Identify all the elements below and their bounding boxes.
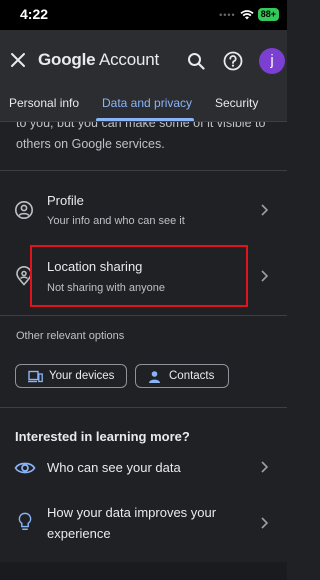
logo-brand: Google	[38, 50, 96, 69]
tab-security[interactable]: Security	[215, 96, 258, 110]
google-account-logo: Google Account	[38, 50, 159, 70]
help-icon[interactable]	[223, 51, 243, 71]
devices-icon	[28, 370, 43, 383]
status-bar: 4:22 •••• 88+	[0, 0, 287, 30]
eye-icon	[14, 462, 36, 474]
profile-title: Profile	[47, 193, 84, 208]
data-improves-label-line1: How your data improves your	[47, 505, 217, 520]
tab-bar: Personal info Data and privacy Security	[0, 92, 287, 122]
app-bar: Google Account j	[0, 30, 287, 92]
who-can-see-row[interactable]: Who can see your data	[0, 450, 287, 486]
search-icon[interactable]	[187, 52, 205, 70]
logo-product: Account	[98, 50, 159, 69]
your-devices-label: Your devices	[49, 370, 115, 382]
tab-personal-info[interactable]: Personal info	[9, 96, 79, 110]
highlight-box	[30, 245, 248, 307]
who-can-see-label: Who can see your data	[47, 460, 181, 475]
bottom-bar	[0, 562, 287, 580]
learn-more-title: Interested in learning more?	[15, 429, 190, 444]
lightbulb-icon	[18, 512, 32, 530]
section-divider	[0, 407, 287, 408]
signal-dots-icon: ••••	[219, 9, 236, 20]
profile-subtitle: Your info and who can see it	[47, 215, 185, 227]
your-devices-button[interactable]: Your devices	[15, 364, 127, 388]
chevron-right-icon	[261, 517, 269, 529]
tab-data-and-privacy[interactable]: Data and privacy	[102, 96, 192, 110]
contacts-label: Contacts	[169, 370, 215, 382]
contacts-button[interactable]: Contacts	[135, 364, 229, 388]
intro-clip: to you, but you can make some of it visi…	[0, 122, 287, 162]
chevron-right-icon	[261, 270, 269, 282]
data-improves-label-line2: experience	[47, 526, 111, 541]
chevron-right-icon	[261, 461, 269, 473]
avatar[interactable]: j	[259, 48, 285, 74]
status-time: 4:22	[20, 6, 49, 22]
battery-indicator: 88+	[257, 8, 279, 21]
data-improves-row[interactable]: How your data improves your experience	[0, 495, 287, 553]
status-icons: •••• 88+	[219, 8, 279, 21]
profile-row[interactable]: Profile Your info and who can see it	[0, 171, 287, 241]
intro-text: to you, but you can make some of it visi…	[16, 122, 266, 151]
section-divider	[0, 315, 287, 316]
other-options-label: Other relevant options	[16, 330, 125, 342]
close-icon[interactable]	[10, 52, 26, 68]
contacts-icon	[149, 371, 160, 383]
wifi-icon	[240, 9, 254, 19]
person-icon	[15, 201, 33, 219]
chevron-right-icon	[261, 204, 269, 216]
